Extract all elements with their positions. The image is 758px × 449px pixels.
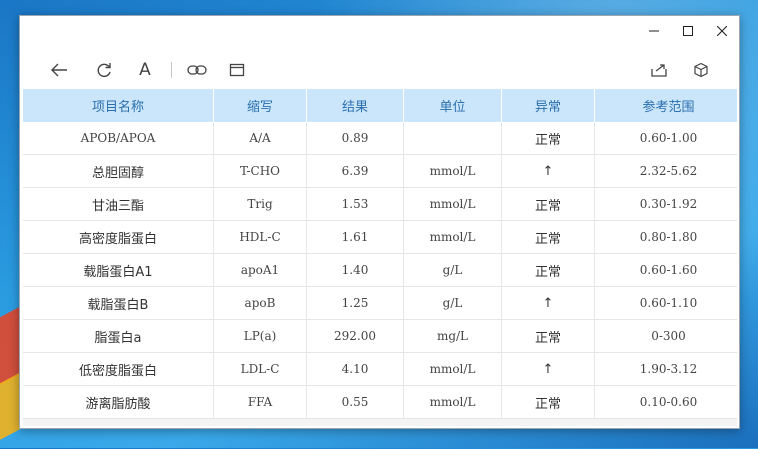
toolbar: A	[20, 54, 739, 86]
title-bar	[20, 16, 739, 46]
cell-abnormal: 正常	[501, 319, 595, 353]
cell-item-name: 脂蛋白a	[23, 319, 214, 353]
window-icon	[229, 63, 245, 77]
column-header-abnormal[interactable]: 异常	[501, 89, 595, 122]
link-button[interactable]	[185, 58, 209, 82]
cell-result: 1.40	[306, 253, 404, 287]
report-window: A 项目名称 缩写 结果 单位 异常 参考范围 APOB/APOA A/A 0.…	[19, 15, 740, 429]
cell-item-name: APOB/APOA	[23, 122, 214, 155]
cell-result: 1.53	[306, 187, 404, 221]
share-button[interactable]	[647, 58, 671, 82]
cell-unit	[403, 122, 502, 155]
cell-abbreviation: HDL-C	[213, 220, 307, 254]
cell-unit: g/L	[403, 253, 502, 287]
cell-item-name: 甘油三酯	[23, 187, 214, 221]
column-header-reference-range[interactable]: 参考范围	[594, 89, 737, 122]
table-header-row: 项目名称 缩写 结果 单位 异常 参考范围	[23, 89, 737, 122]
refresh-icon	[97, 63, 111, 78]
cell-result: 1.61	[306, 220, 404, 254]
cell-result: 6.39	[306, 154, 404, 188]
cell-abnormal: 正常	[501, 220, 595, 254]
column-header-result[interactable]: 结果	[306, 89, 404, 122]
cell-unit: mmol/L	[403, 154, 502, 188]
cell-item-name: 高密度脂蛋白	[23, 220, 214, 254]
minimize-icon	[649, 30, 659, 32]
toolbar-divider	[171, 62, 172, 78]
cell-abbreviation: apoA1	[213, 253, 307, 287]
cube-button[interactable]	[689, 58, 713, 82]
cell-abbreviation: FFA	[213, 385, 307, 419]
cell-reference-range: 0.60-1.60	[594, 253, 737, 287]
cell-item-name: 低密度脂蛋白	[23, 352, 214, 386]
cell-abbreviation: A/A	[213, 122, 307, 155]
maximize-icon	[683, 26, 693, 36]
lab-results-table: 项目名称 缩写 结果 单位 异常 参考范围 APOB/APOA A/A 0.89…	[23, 89, 737, 426]
cell-reference-range: 0.60-1.10	[594, 286, 737, 320]
column-header-item-name[interactable]: 项目名称	[23, 89, 214, 122]
cell-unit: mg/L	[403, 319, 502, 353]
cell-item-name: 载脂蛋白B	[23, 286, 214, 320]
cell-result: 4.10	[306, 352, 404, 386]
cell-abnormal: ↑	[501, 154, 595, 188]
cell-abbreviation: apoB	[213, 286, 307, 320]
close-icon	[717, 26, 727, 36]
cell-reference-range: 0.10-0.60	[594, 385, 737, 419]
cell-abbreviation: LP(a)	[213, 319, 307, 353]
maximize-button[interactable]	[671, 16, 705, 46]
share-icon	[651, 64, 667, 77]
cell-abnormal: 正常	[501, 122, 595, 155]
font-icon: A	[139, 60, 151, 80]
window-button[interactable]	[225, 58, 249, 82]
table-row[interactable]: 低密度脂蛋白 LDL-C 4.10 mmol/L ↑ 1.90-3.12	[23, 352, 737, 386]
cell-result: 292.00	[306, 319, 404, 353]
cell-reference-range: 0.60-1.00	[594, 122, 737, 155]
table-row[interactable]: 脂蛋白a LP(a) 292.00 mg/L 正常 0-300	[23, 319, 737, 353]
cell-result: 0.55	[306, 385, 404, 419]
close-button[interactable]	[705, 16, 739, 46]
cell-unit: mmol/L	[403, 220, 502, 254]
cell-abnormal: ↑	[501, 352, 595, 386]
table-row[interactable]: APOB/APOA A/A 0.89 正常 0.60-1.00	[23, 122, 737, 155]
column-header-unit[interactable]: 单位	[403, 89, 502, 122]
minimize-button[interactable]	[637, 16, 671, 46]
table-row[interactable]: 载脂蛋白A1 apoA1 1.40 g/L 正常 0.60-1.60	[23, 253, 737, 287]
back-button[interactable]	[47, 58, 71, 82]
table-row[interactable]: 载脂蛋白B apoB 1.25 g/L ↑ 0.60-1.10	[23, 286, 737, 320]
cell-reference-range: 2.32-5.62	[594, 154, 737, 188]
cell-unit: mmol/L	[403, 385, 502, 419]
cell-abbreviation: T-CHO	[213, 154, 307, 188]
table-row[interactable]: 总胆固醇 T-CHO 6.39 mmol/L ↑ 2.32-5.62	[23, 154, 737, 188]
cell-result: 0.89	[306, 122, 404, 155]
refresh-button[interactable]	[92, 58, 116, 82]
cell-abnormal: 正常	[501, 187, 595, 221]
cell-abnormal: 正常	[501, 385, 595, 419]
cell-abnormal: ↑	[501, 286, 595, 320]
table-row[interactable]: 甘油三酯 Trig 1.53 mmol/L 正常 0.30-1.92	[23, 187, 737, 221]
table-row[interactable]: 游离脂肪酸 FFA 0.55 mmol/L 正常 0.10-0.60	[23, 385, 737, 419]
cube-icon	[694, 62, 708, 78]
table-row[interactable]: 高密度脂蛋白 HDL-C 1.61 mmol/L 正常 0.80-1.80	[23, 220, 737, 254]
cell-unit: mmol/L	[403, 352, 502, 386]
cell-reference-range: 1.90-3.12	[594, 352, 737, 386]
cell-abnormal: 正常	[501, 253, 595, 287]
cell-abbreviation: LDL-C	[213, 352, 307, 386]
cell-result: 1.25	[306, 286, 404, 320]
column-header-abbreviation[interactable]: 缩写	[213, 89, 307, 122]
cell-reference-range: 0.80-1.80	[594, 220, 737, 254]
cell-unit: mmol/L	[403, 187, 502, 221]
link-icon	[187, 65, 207, 75]
cell-item-name: 载脂蛋白A1	[23, 253, 214, 287]
font-button[interactable]: A	[133, 58, 157, 82]
cell-abbreviation: Trig	[213, 187, 307, 221]
cell-item-name: 游离脂肪酸	[23, 385, 214, 419]
cell-unit: g/L	[403, 286, 502, 320]
cell-reference-range: 0-300	[594, 319, 737, 353]
back-arrow-icon	[51, 63, 67, 77]
cell-item-name: 总胆固醇	[23, 154, 214, 188]
cell-reference-range: 0.30-1.92	[594, 187, 737, 221]
